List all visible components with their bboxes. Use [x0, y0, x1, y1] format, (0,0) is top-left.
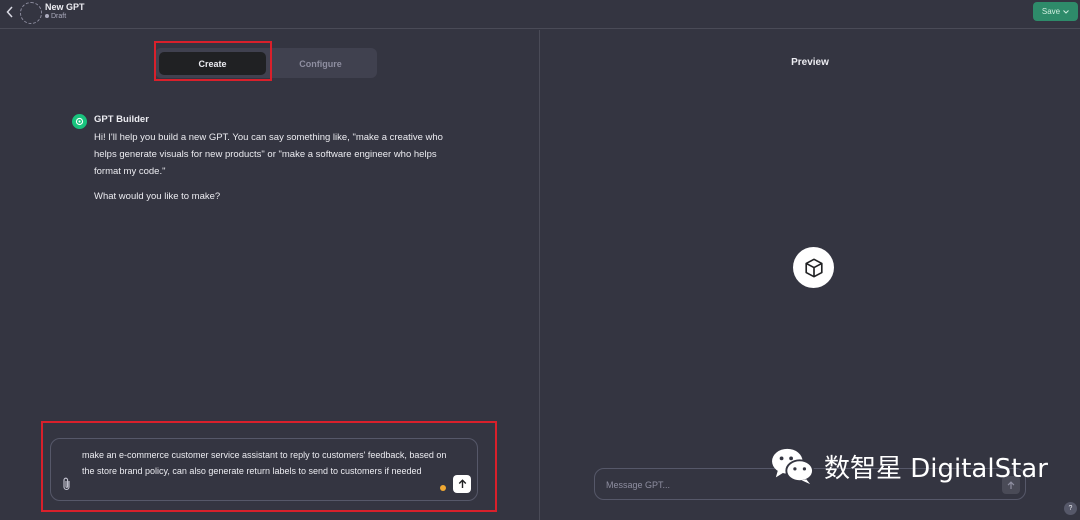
builder-name: GPT Builder [94, 114, 149, 125]
watermark: 数智星 DigitalStar [770, 446, 1048, 486]
top-bar: New GPT Draft Save [0, 0, 1080, 29]
status-dot-icon [45, 14, 49, 19]
watermark-text: 数智星 DigitalStar [824, 453, 1048, 484]
paperclip-icon[interactable] [62, 477, 74, 491]
save-label: Save [1041, 7, 1061, 16]
tab-create[interactable]: Create [159, 52, 266, 75]
send-button[interactable] [453, 475, 471, 493]
save-button[interactable]: Save [1033, 2, 1078, 21]
status-text: Draft [51, 13, 67, 20]
gpt-avatar-placeholder[interactable] [20, 2, 42, 24]
cube-icon [793, 247, 834, 288]
message-composer[interactable]: make an e-commerce customer service assi… [50, 438, 478, 501]
composer-input[interactable]: make an e-commerce customer service assi… [82, 448, 452, 479]
gpt-status: Draft [45, 13, 66, 20]
builder-message: Hi! I'll help you build a new GPT. You c… [94, 132, 443, 177]
preview-title: Preview [791, 57, 829, 68]
chevron-down-icon [1063, 9, 1069, 14]
gpt-builder-icon [72, 114, 87, 129]
back-arrow-icon[interactable] [3, 5, 17, 21]
mode-tabs: Create Configure [155, 48, 377, 78]
builder-pane: Create Configure GPT Builder Hi! I'll he… [0, 30, 539, 520]
help-button[interactable]: ? [1064, 502, 1077, 515]
pane-divider [539, 30, 540, 520]
wechat-icon [772, 448, 814, 485]
tab-configure[interactable]: Configure [273, 52, 368, 75]
builder-question: What would you like to make? [94, 191, 221, 202]
arrow-up-icon [458, 479, 466, 488]
typing-indicator [440, 485, 446, 491]
gpt-title: New GPT [45, 2, 85, 12]
